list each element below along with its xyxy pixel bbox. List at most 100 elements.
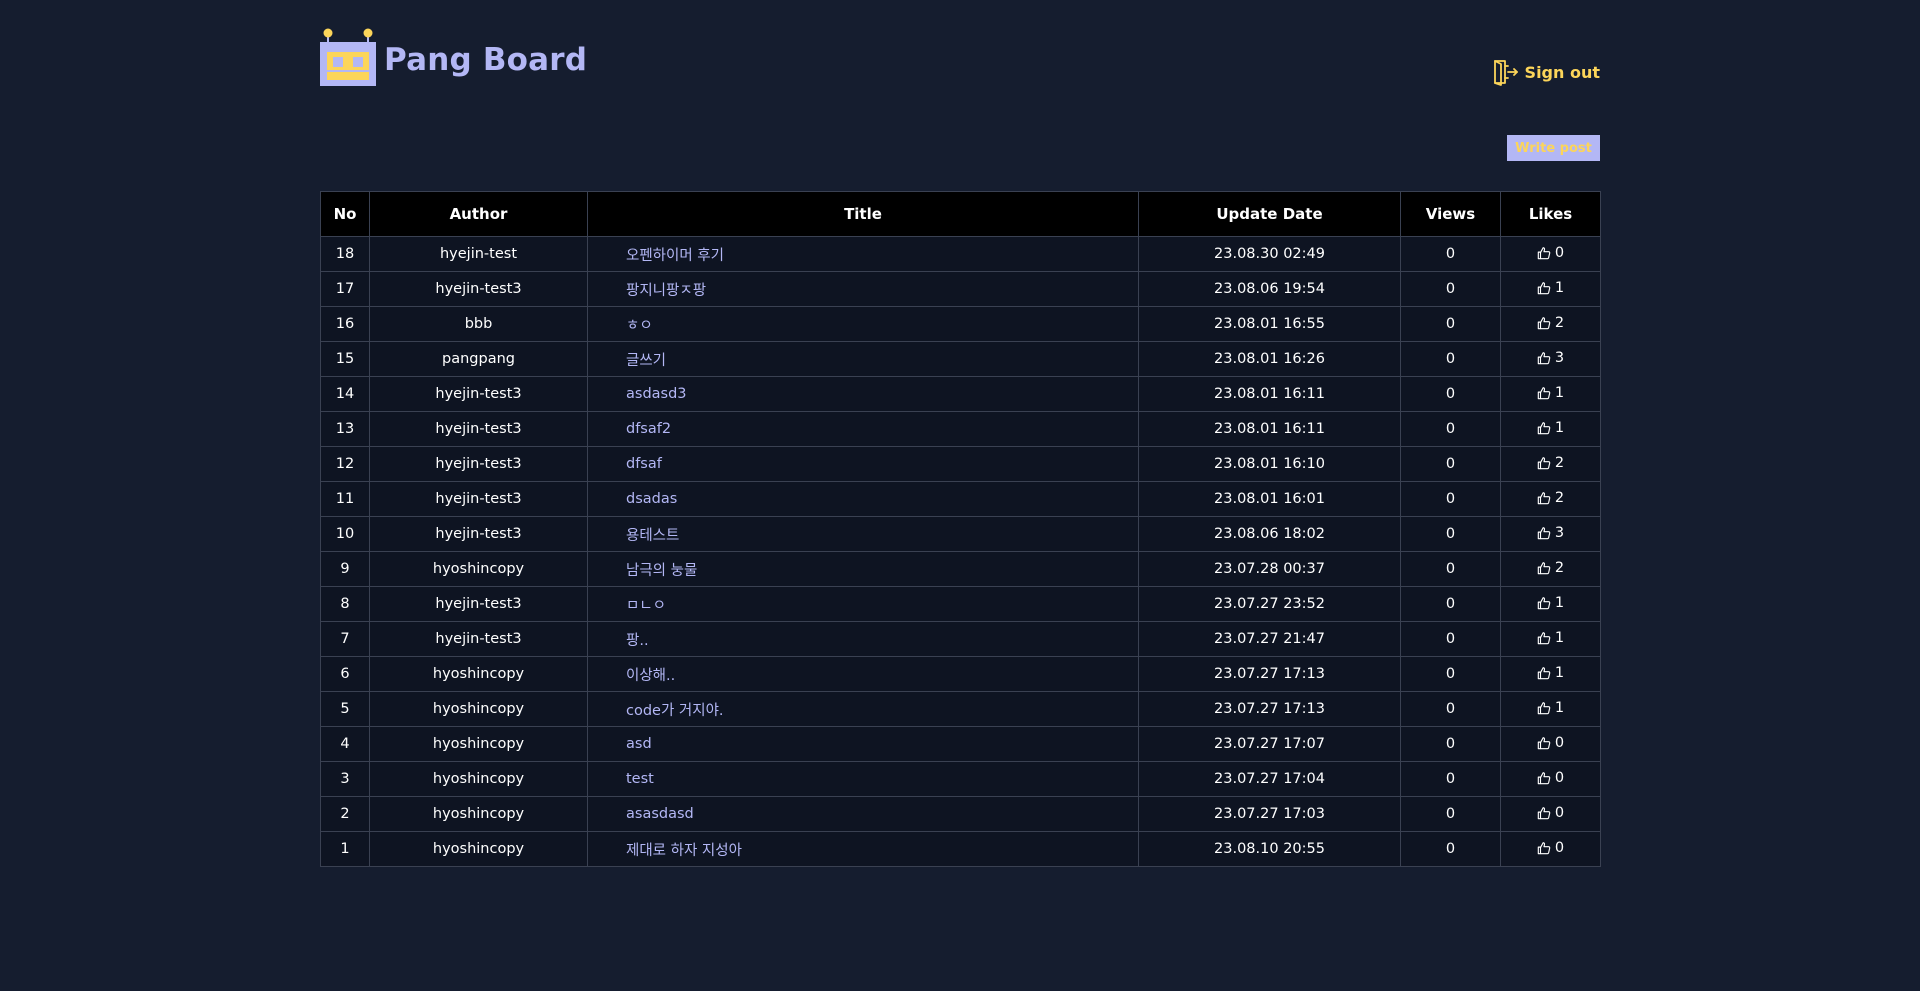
post-title-link[interactable]: 팡.. bbox=[587, 621, 1139, 657]
cell-author: hyoshincopy bbox=[369, 831, 588, 867]
cell-update-date: 23.07.27 17:04 bbox=[1138, 761, 1401, 797]
likes-count: 0 bbox=[1554, 769, 1565, 786]
column-header-no: No bbox=[320, 191, 370, 237]
thumbs-up-icon bbox=[1537, 421, 1551, 435]
cell-likes: 0 bbox=[1500, 761, 1601, 797]
post-title-link[interactable]: 남극의 눙물 bbox=[587, 551, 1139, 587]
likes-wrapper: 1 bbox=[1537, 420, 1564, 436]
thumbs-up-icon bbox=[1537, 526, 1551, 540]
table-row[interactable]: 13 hyejin-test3 dfsaf2 23.08.01 16:11 0 1 bbox=[320, 411, 1601, 447]
cell-likes: 3 bbox=[1500, 516, 1601, 552]
table-row[interactable]: 4 hyoshincopy asd 23.07.27 17:07 0 0 bbox=[320, 726, 1601, 762]
table-row[interactable]: 12 hyejin-test3 dfsaf 23.08.01 16:10 0 2 bbox=[320, 446, 1601, 482]
table-row[interactable]: 18 hyejin-test 오펜하이머 후기 23.08.30 02:49 0 0 bbox=[320, 236, 1601, 272]
likes-wrapper: 0 bbox=[1537, 245, 1564, 261]
cell-update-date: 23.07.27 17:07 bbox=[1138, 726, 1401, 762]
cell-update-date: 23.08.01 16:55 bbox=[1138, 306, 1401, 342]
post-title-link[interactable]: ㅁㄴㅇ bbox=[587, 586, 1139, 622]
likes-wrapper: 2 bbox=[1537, 560, 1564, 576]
table-row[interactable]: 3 hyoshincopy test 23.07.27 17:04 0 0 bbox=[320, 761, 1601, 797]
app-title: Pang Board bbox=[384, 42, 588, 78]
cell-views: 0 bbox=[1400, 236, 1501, 272]
thumbs-up-icon bbox=[1537, 491, 1551, 505]
likes-wrapper: 0 bbox=[1537, 735, 1564, 751]
cell-no: 8 bbox=[320, 586, 370, 622]
cell-author: hyoshincopy bbox=[369, 656, 588, 692]
post-title-link[interactable]: dsadas bbox=[587, 481, 1139, 517]
thumbs-up-icon bbox=[1537, 631, 1551, 645]
cell-author: hyejin-test3 bbox=[369, 446, 588, 482]
table-row[interactable]: 10 hyejin-test3 용테스트 23.08.06 18:02 0 3 bbox=[320, 516, 1601, 552]
cell-author: pangpang bbox=[369, 341, 588, 377]
likes-wrapper: 2 bbox=[1537, 490, 1564, 506]
likes-count: 2 bbox=[1554, 559, 1565, 576]
post-title-link[interactable]: 글쓰기 bbox=[587, 341, 1139, 377]
table-row[interactable]: 9 hyoshincopy 남극의 눙물 23.07.28 00:37 0 2 bbox=[320, 551, 1601, 587]
post-table: No Author Title Update Date Views Likes … bbox=[320, 191, 1601, 867]
post-title-link[interactable]: 팡지니팡ㅈ팡 bbox=[587, 271, 1139, 307]
post-title-link[interactable]: dfsaf bbox=[587, 446, 1139, 482]
column-header-views: Views bbox=[1400, 191, 1501, 237]
cell-no: 14 bbox=[320, 376, 370, 412]
cell-author: hyoshincopy bbox=[369, 691, 588, 727]
cell-update-date: 23.08.01 16:01 bbox=[1138, 481, 1401, 517]
logo[interactable]: Pang Board bbox=[320, 28, 587, 86]
cell-likes: 1 bbox=[1500, 411, 1601, 447]
likes-count: 1 bbox=[1554, 419, 1565, 436]
cell-views: 0 bbox=[1400, 726, 1501, 762]
thumbs-up-icon bbox=[1537, 841, 1551, 855]
cell-views: 0 bbox=[1400, 411, 1501, 447]
table-row[interactable]: 7 hyejin-test3 팡.. 23.07.27 21:47 0 1 bbox=[320, 621, 1601, 657]
cell-likes: 1 bbox=[1500, 376, 1601, 412]
post-title-link[interactable]: dfsaf2 bbox=[587, 411, 1139, 447]
likes-wrapper: 2 bbox=[1537, 315, 1564, 331]
table-row[interactable]: 5 hyoshincopy code가 거지야. 23.07.27 17:13 0 1 bbox=[320, 691, 1601, 727]
likes-wrapper: 1 bbox=[1537, 700, 1564, 716]
table-row[interactable]: 1 hyoshincopy 제대로 하자 지성아 23.08.10 20:55 0 0 bbox=[320, 831, 1601, 867]
table-row[interactable]: 2 hyoshincopy asasdasd 23.07.27 17:03 0 0 bbox=[320, 796, 1601, 832]
cell-likes: 0 bbox=[1500, 236, 1601, 272]
cell-views: 0 bbox=[1400, 446, 1501, 482]
likes-wrapper: 0 bbox=[1537, 840, 1564, 856]
table-row[interactable]: 15 pangpang 글쓰기 23.08.01 16:26 0 3 bbox=[320, 341, 1601, 377]
column-header-author: Author bbox=[369, 191, 588, 237]
table-row[interactable]: 16 bbb ㅎㅇ 23.08.01 16:55 0 2 bbox=[320, 306, 1601, 342]
likes-wrapper: 0 bbox=[1537, 770, 1564, 786]
post-title-link[interactable]: 용테스트 bbox=[587, 516, 1139, 552]
page-container: Pang Board Sign out Write post No Author… bbox=[320, 0, 1601, 867]
post-title-link[interactable]: test bbox=[587, 761, 1139, 797]
write-post-button[interactable]: Write post bbox=[1507, 135, 1600, 161]
cell-author: hyejin-test bbox=[369, 236, 588, 272]
cell-likes: 3 bbox=[1500, 341, 1601, 377]
likes-wrapper: 1 bbox=[1537, 385, 1564, 401]
cell-update-date: 23.08.01 16:26 bbox=[1138, 341, 1401, 377]
cell-likes: 2 bbox=[1500, 551, 1601, 587]
post-title-link[interactable]: 이상해.. bbox=[587, 656, 1139, 692]
likes-count: 3 bbox=[1554, 524, 1565, 541]
table-row[interactable]: 8 hyejin-test3 ㅁㄴㅇ 23.07.27 23:52 0 1 bbox=[320, 586, 1601, 622]
cell-author: hyejin-test3 bbox=[369, 586, 588, 622]
table-row[interactable]: 6 hyoshincopy 이상해.. 23.07.27 17:13 0 1 bbox=[320, 656, 1601, 692]
likes-wrapper: 3 bbox=[1537, 350, 1564, 366]
cell-author: hyejin-test3 bbox=[369, 621, 588, 657]
post-title-link[interactable]: 오펜하이머 후기 bbox=[587, 236, 1139, 272]
post-title-link[interactable]: code가 거지야. bbox=[587, 691, 1139, 727]
cell-likes: 1 bbox=[1500, 271, 1601, 307]
post-title-link[interactable]: ㅎㅇ bbox=[587, 306, 1139, 342]
cell-no: 10 bbox=[320, 516, 370, 552]
post-title-link[interactable]: 제대로 하자 지성아 bbox=[587, 831, 1139, 867]
cell-update-date: 23.08.30 02:49 bbox=[1138, 236, 1401, 272]
table-row[interactable]: 17 hyejin-test3 팡지니팡ㅈ팡 23.08.06 19:54 0 1 bbox=[320, 271, 1601, 307]
thumbs-up-icon bbox=[1537, 316, 1551, 330]
cell-author: bbb bbox=[369, 306, 588, 342]
likes-count: 2 bbox=[1554, 489, 1565, 506]
post-title-link[interactable]: asasdasd bbox=[587, 796, 1139, 832]
table-row[interactable]: 14 hyejin-test3 asdasd3 23.08.01 16:11 0 1 bbox=[320, 376, 1601, 412]
sign-out-button[interactable]: Sign out bbox=[1491, 58, 1600, 86]
table-row[interactable]: 11 hyejin-test3 dsadas 23.08.01 16:01 0 2 bbox=[320, 481, 1601, 517]
post-title-link[interactable]: asd bbox=[587, 726, 1139, 762]
cell-update-date: 23.07.27 21:47 bbox=[1138, 621, 1401, 657]
cell-update-date: 23.07.27 17:13 bbox=[1138, 691, 1401, 727]
post-title-link[interactable]: asdasd3 bbox=[587, 376, 1139, 412]
cell-no: 1 bbox=[320, 831, 370, 867]
